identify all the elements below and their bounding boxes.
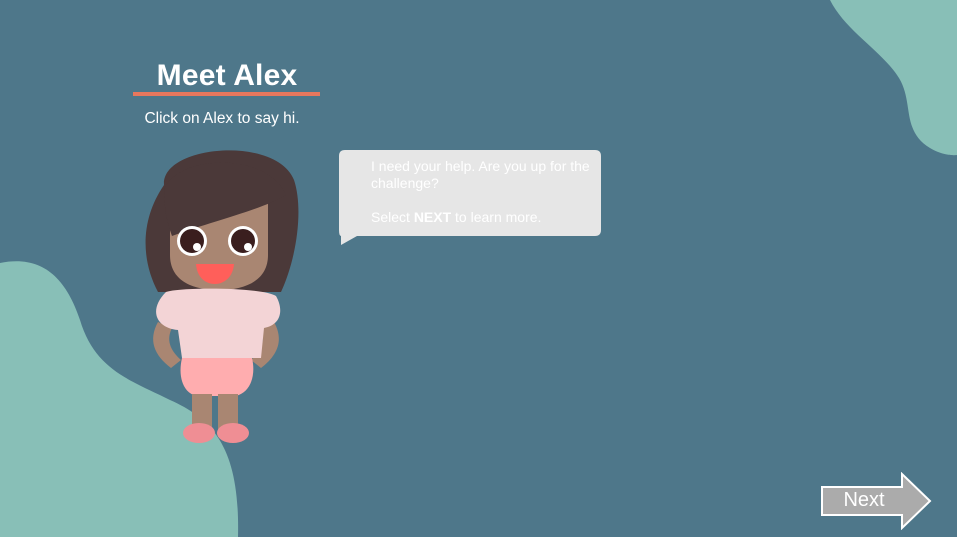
alex-right-shoe [217, 423, 249, 443]
title-underline [133, 92, 320, 96]
instruction-text: Click on Alex to say hi. [144, 110, 300, 127]
page-title: Meet Alex [156, 59, 298, 92]
next-arrow-icon [821, 472, 932, 530]
slide-stage: Meet Alex Click on Alex to say hi. I nee… [0, 0, 957, 537]
speech-line-2-suffix: to learn more. [451, 209, 542, 225]
speech-line-2: Select NEXT to learn more. [371, 209, 591, 226]
alex-left-shoe [183, 423, 215, 443]
speech-bubble-text: I need your help. Are you up for the cha… [371, 158, 591, 226]
alex-shirt [156, 288, 281, 358]
speech-line-1: I need your help. Are you up for the cha… [371, 158, 590, 191]
alex-skirt [180, 358, 254, 396]
next-button[interactable] [820, 472, 932, 530]
alex-character[interactable] [136, 140, 306, 448]
speech-line-2-prefix: Select [371, 209, 414, 225]
speech-line-2-bold: NEXT [413, 209, 452, 225]
